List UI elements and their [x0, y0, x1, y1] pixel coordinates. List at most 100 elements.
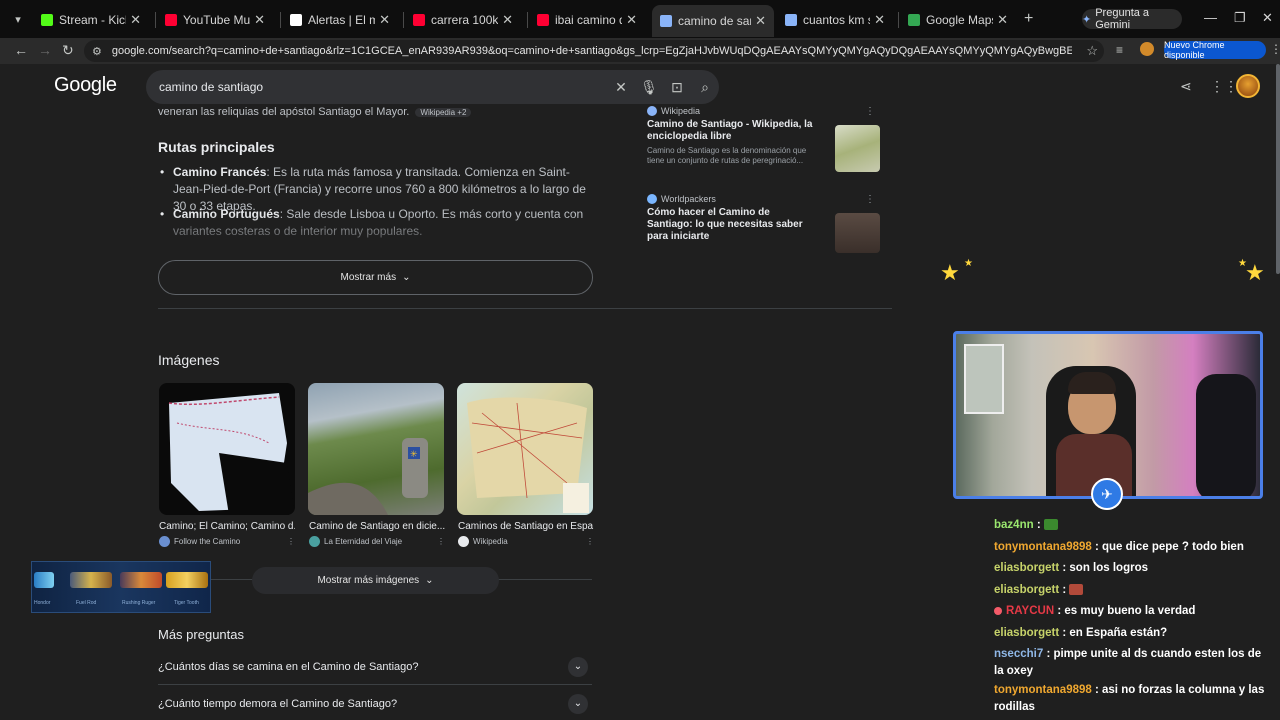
tab-separator: [898, 12, 899, 28]
weapon-image: [120, 572, 162, 588]
more-options-icon[interactable]: ⋮: [287, 537, 295, 546]
tab-separator: [527, 12, 528, 28]
show-more-images-button[interactable]: Mostrar más imágenes ⌄: [252, 567, 499, 594]
person-hair-shape: [1068, 372, 1116, 394]
google-icon: [660, 15, 672, 27]
tab-title: camino de santia: [678, 14, 751, 28]
tab-3[interactable]: Alertas | El mejor soft✕: [282, 6, 398, 34]
more-options-icon[interactable]: ⋮: [865, 106, 875, 117]
chevron-down-icon: ⌄: [568, 693, 588, 714]
chat-username[interactable]: eliasborgett: [994, 562, 1059, 574]
wikipedia-icon: [647, 106, 657, 116]
tab-7[interactable]: cuantos km son el ca ✕: [777, 6, 893, 34]
close-tab-icon[interactable]: ✕: [874, 12, 885, 28]
chat-username[interactable]: RAYCUN: [1006, 605, 1054, 617]
scrollbar[interactable]: [1276, 64, 1280, 274]
bookmark-star-icon[interactable]: ☆: [1086, 43, 1098, 59]
image-result[interactable]: [457, 383, 593, 515]
fade-overlay: [158, 214, 598, 254]
share-icon[interactable]: ⋖: [1180, 78, 1192, 95]
image-source[interactable]: Follow the Camino ⋮: [159, 536, 295, 547]
close-tab-icon[interactable]: ✕: [130, 12, 141, 28]
chrome-update-button[interactable]: Nuevo Chrome disponible: [1164, 40, 1266, 60]
chat-username[interactable]: tonymontana9898: [994, 684, 1092, 696]
google-logo[interactable]: Google: [54, 74, 117, 97]
tab-4[interactable]: carrera 100km - YouT✕: [405, 6, 521, 34]
tab-1[interactable]: Stream - Kick Dashbo ✕: [33, 6, 149, 34]
weapon-overlay: Hondor Fuel Rod Rushing Ruger Tiger Toot…: [31, 561, 211, 613]
chat-text: :: [1062, 583, 1067, 596]
tab-8[interactable]: Google Maps ✕: [900, 6, 1016, 34]
image-caption[interactable]: Camino; El Camino; Camino d...: [159, 521, 295, 532]
image-source[interactable]: Wikipedia ⋮: [458, 536, 594, 547]
minimize-button[interactable]: —: [1204, 10, 1217, 25]
chat-text: : es muy bueno la verdad: [1057, 605, 1196, 617]
google-icon: [785, 14, 797, 26]
tab-6[interactable]: camino de santia ✕: [652, 5, 774, 37]
image-result[interactable]: ✳: [308, 383, 444, 515]
overview-text: veneran las reliquias del apóstol Santia…: [158, 106, 410, 118]
image-source[interactable]: La Eternidad del Viaje ⋮: [309, 536, 445, 547]
close-tab-icon[interactable]: ✕: [626, 12, 637, 28]
search-input[interactable]: camino de santiago: [159, 80, 607, 94]
source-favicon-icon: [309, 536, 320, 547]
profile-avatar[interactable]: [1140, 42, 1154, 56]
more-options-icon[interactable]: ⋮: [865, 194, 875, 205]
more-options-icon[interactable]: ⋮: [437, 537, 445, 546]
reload-button[interactable]: ↻: [62, 42, 74, 59]
tab-2[interactable]: YouTube Music✕: [157, 6, 273, 34]
image-caption[interactable]: Camino de Santiago en dicie...: [309, 521, 445, 532]
gemini-button[interactable]: ✦ Pregunta a Gemini: [1082, 7, 1182, 31]
media-controls-icon[interactable]: ≡: [1116, 43, 1123, 57]
image-result[interactable]: [159, 383, 295, 515]
tab-5[interactable]: ibai camino de santia ✕: [529, 6, 645, 34]
faq-item[interactable]: ¿Cuántos días se camina en el Camino de …: [158, 649, 592, 685]
faq-item[interactable]: ¿Cuánto tiempo demora el Camino de Santi…: [158, 686, 592, 720]
account-avatar[interactable]: [1236, 74, 1260, 98]
close-tab-icon[interactable]: ✕: [254, 12, 265, 28]
chat-username[interactable]: eliasborgett: [994, 584, 1059, 596]
search-box[interactable]: camino de santiago ✕ 🎙 ⊡ ⌕: [146, 70, 719, 104]
close-tab-icon[interactable]: ✕: [379, 12, 390, 28]
chat-username[interactable]: eliasborgett: [994, 627, 1059, 639]
browser-menu-icon[interactable]: ⋮: [1270, 42, 1280, 56]
show-more-button[interactable]: Mostrar más ⌄: [158, 260, 593, 295]
chat-text: : son los logros: [1062, 562, 1149, 574]
thumbnail-image[interactable]: [835, 213, 880, 253]
close-tab-icon[interactable]: ✕: [755, 13, 766, 29]
tab-title: carrera 100km - YouT: [431, 13, 499, 27]
tab-strip: ▾ Stream - Kick Dashbo✕ YouTube Music✕ Ale…: [0, 0, 1280, 38]
more-options-icon[interactable]: ⋮: [586, 537, 594, 546]
source-card-worldpackers[interactable]: Worldpackers Cómo hacer el Camino de San…: [647, 194, 883, 253]
image-caption[interactable]: Caminos de Santiago en Espa...: [458, 521, 594, 532]
site-info-icon[interactable]: ⚙: [92, 45, 102, 58]
search-icon[interactable]: ⌕: [691, 79, 719, 96]
tab-separator: [403, 12, 404, 28]
chat-message: eliasborgett : en España están?: [994, 623, 1270, 645]
forward-button[interactable]: →: [38, 42, 52, 58]
close-tab-icon[interactable]: ✕: [997, 12, 1008, 28]
chat-username[interactable]: tonymontana9898: [994, 541, 1092, 553]
apps-grid-icon[interactable]: ⋮⋮: [1210, 78, 1238, 95]
thumbnail-image[interactable]: [835, 125, 880, 172]
source-card-wikipedia[interactable]: Wikipedia Camino de Santiago - Wikipedia…: [647, 106, 883, 172]
close-tab-icon[interactable]: ✕: [502, 12, 513, 28]
svg-text:✳: ✳: [410, 450, 418, 460]
tab-search-button[interactable]: ▾: [8, 9, 28, 29]
clear-icon[interactable]: ✕: [607, 79, 635, 96]
restore-button[interactable]: ❐: [1234, 10, 1246, 26]
new-tab-button[interactable]: +: [1024, 10, 1033, 28]
address-bar[interactable]: ⚙ google.com/search?q=camino+de+santiago…: [84, 40, 1104, 62]
back-button[interactable]: ←: [14, 42, 28, 58]
mic-icon[interactable]: 🎙: [635, 79, 663, 96]
chat-username[interactable]: baz4nn: [994, 519, 1034, 531]
show-more-images-label: Mostrar más imágenes: [317, 575, 420, 586]
lens-icon[interactable]: ⊡: [663, 79, 691, 96]
source-title[interactable]: Camino de Santiago - Wikipedia, la encic…: [647, 119, 817, 143]
chevron-down-icon: ⌄: [568, 656, 588, 677]
close-window-button[interactable]: ✕: [1262, 10, 1273, 26]
citation-chip[interactable]: Wikipedia +2: [415, 108, 472, 117]
source-desc: Camino de Santiago es la denominación qu…: [647, 146, 807, 165]
source-title[interactable]: Cómo hacer el Camino de Santiago: lo que…: [647, 207, 817, 243]
chat-username[interactable]: nsecchi7: [994, 648, 1043, 660]
